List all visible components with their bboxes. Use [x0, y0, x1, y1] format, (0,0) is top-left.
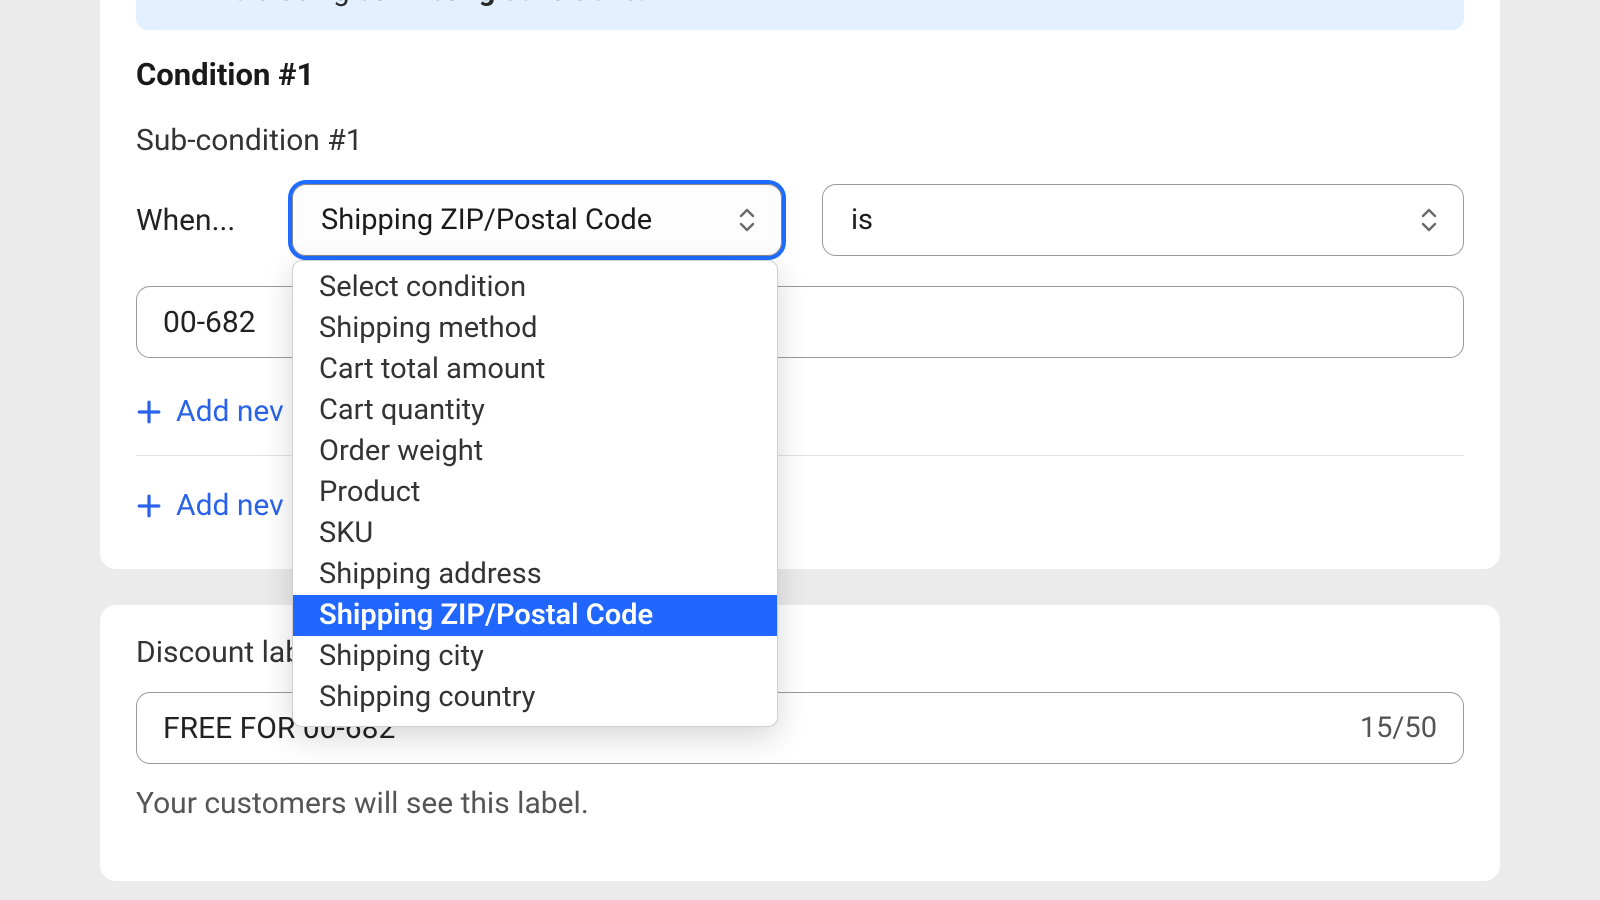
dropdown-option[interactable]: Shipping address — [293, 554, 777, 595]
caret-updown-icon — [1417, 205, 1441, 235]
info-banner: Avoid using conflicting conditions. — [136, 0, 1464, 30]
dropdown-option[interactable]: Shipping city — [293, 636, 777, 677]
dropdown-option[interactable]: Shipping method — [293, 308, 777, 349]
condition-field-value: Shipping ZIP/Postal Code — [321, 203, 652, 237]
condition-operator-select[interactable]: is — [822, 184, 1464, 256]
discount-label-counter: 15/50 — [1360, 711, 1437, 745]
when-label: When... — [136, 203, 252, 238]
field-select-anchor: Shipping ZIP/Postal Code Select conditio… — [292, 184, 782, 256]
caret-updown-icon — [735, 205, 759, 235]
condition-operator-value: is — [851, 203, 873, 237]
banner-text-bold: conflicting — [357, 0, 496, 8]
banner-text-suffix: conditions. — [495, 0, 645, 8]
condition-value-text: 00-682 — [163, 305, 256, 340]
dropdown-option[interactable]: Product — [293, 472, 777, 513]
plus-icon — [136, 399, 162, 425]
dropdown-option[interactable]: Cart total amount — [293, 349, 777, 390]
add-subcondition-label: Add nev — [176, 394, 284, 429]
dropdown-option[interactable]: SKU — [293, 513, 777, 554]
dropdown-option[interactable]: Shipping ZIP/Postal Code — [293, 595, 777, 636]
condition-field-select[interactable]: Shipping ZIP/Postal Code — [292, 184, 782, 256]
dropdown-option[interactable]: Select condition — [293, 267, 777, 308]
condition-content: Condition #1 Sub-condition #1 When... Sh… — [100, 56, 1500, 529]
condition-field-dropdown[interactable]: Select conditionShipping methodCart tota… — [292, 260, 778, 727]
dropdown-option[interactable]: Shipping country — [293, 677, 777, 718]
subcondition-title: Sub-condition #1 — [136, 123, 1464, 158]
add-condition-label: Add nev — [176, 488, 284, 523]
condition-title: Condition #1 — [136, 56, 1464, 93]
condition-row: When... Shipping ZIP/Postal Code Select … — [136, 184, 1464, 256]
dropdown-option[interactable]: Cart quantity — [293, 390, 777, 431]
discount-label-hint: Your customers will see this label. — [136, 786, 1464, 821]
plus-icon — [136, 493, 162, 519]
dropdown-option[interactable]: Order weight — [293, 431, 777, 472]
conditions-card: Avoid using conflicting conditions. Cond… — [100, 0, 1500, 569]
banner-text-prefix: Avoid using — [200, 0, 357, 8]
